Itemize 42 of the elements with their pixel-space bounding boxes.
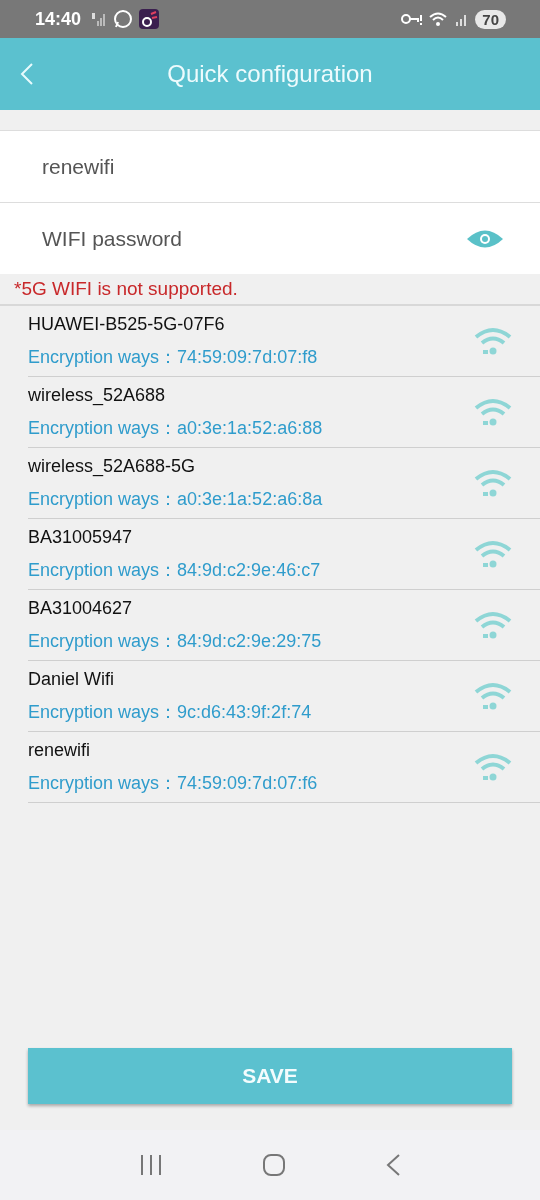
warning-text: *5G WIFI is not supported. — [0, 274, 540, 306]
signal-icon — [91, 11, 108, 27]
wifi-icon — [474, 397, 512, 427]
wifi-icon — [474, 610, 512, 640]
network-detail: Encryption ways：a0:3e:1a:52:a6:88 — [28, 416, 323, 440]
recent-apps-icon[interactable] — [139, 1154, 164, 1176]
back-icon — [20, 62, 34, 86]
network-detail: Encryption ways：9c:d6:43:9f:2f:74 — [28, 700, 312, 724]
network-name: Daniel Wifi — [28, 668, 116, 690]
wifi-icon — [474, 468, 512, 498]
network-detail: Encryption ways：84:9d:c2:9e:29:75 — [28, 629, 322, 653]
network-detail: Encryption ways：84:9d:c2:9e:46:c7 — [28, 558, 321, 582]
ssid-field[interactable]: renewifi — [42, 148, 504, 185]
battery-level: 70 — [475, 9, 506, 29]
clock-time: 14:40 — [35, 8, 82, 30]
network-detail: Encryption ways：a0:3e:1a:52:a6:8a — [28, 487, 323, 511]
wifi-icon — [474, 539, 512, 569]
network-name: renewifi — [28, 739, 92, 761]
network-name: HUAWEI-B525-5G-07F6 — [28, 313, 226, 335]
page-title: Quick configuration — [166, 60, 374, 88]
network-item[interactable]: wireless_52A688-5G Encryption ways：a0:3e:1a:52:a6:8a — [28, 448, 540, 519]
wifi-icon — [474, 752, 512, 782]
wifi-icon — [474, 326, 512, 356]
key-icon — [401, 11, 424, 27]
network-detail: Encryption ways：74:59:09:7d:07:f6 — [28, 771, 318, 795]
network-item[interactable]: BA31005947 Encryption ways：84:9d:c2:9e:46:c7 — [28, 519, 540, 590]
network-name: BA31005947 — [28, 526, 134, 548]
network-name: wireless_52A688-5G — [28, 455, 197, 477]
home-icon[interactable] — [262, 1153, 286, 1177]
network-item[interactable]: BA31004627 Encryption ways：84:9d:c2:9e:29:75 — [28, 590, 540, 661]
network-item[interactable]: Daniel Wifi Encryption ways：9c:d6:43:9f:2f:74 — [28, 661, 540, 732]
network-item[interactable]: HUAWEI-B525-5G-07F6 Encryption ways：74:59:09:7d:07:f8 — [28, 306, 540, 377]
password-field[interactable]: WIFI password — [42, 220, 466, 257]
network-item[interactable]: renewifi Encryption ways：74:59:09:7d:07:f6 — [28, 732, 540, 803]
chat-icon — [113, 9, 134, 29]
network-detail: Encryption ways：74:59:09:7d:07:f8 — [28, 345, 318, 369]
network-name: wireless_52A688 — [28, 384, 167, 406]
network-item[interactable]: wireless_52A688 Encryption ways：a0:3e:1a:52:a6:88 — [28, 377, 540, 448]
wifi-icon — [474, 681, 512, 711]
app-icon — [139, 9, 160, 29]
back-icon[interactable] — [384, 1153, 401, 1177]
network-name: BA31004627 — [28, 597, 134, 619]
